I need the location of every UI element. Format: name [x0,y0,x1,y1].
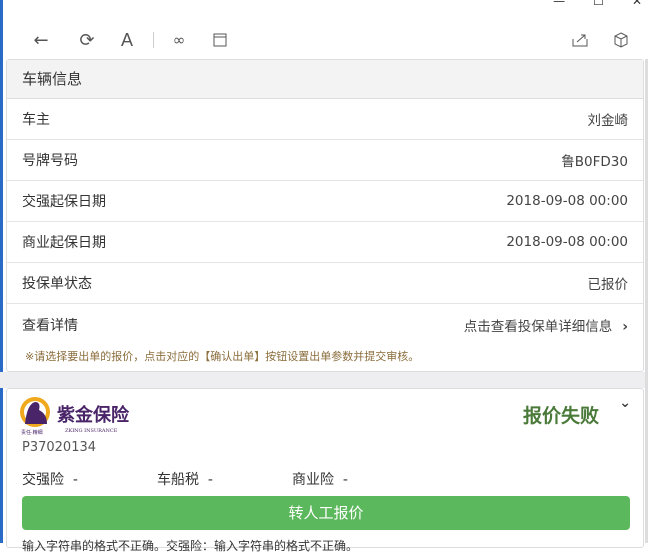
back-icon[interactable]: ← [28,26,54,54]
toolbar-divider [153,32,154,48]
quote-status: 报价失败 [522,405,599,427]
price-compulsory: 交强险 - [22,469,157,489]
window-icon[interactable] [207,26,233,54]
section-gap [0,372,648,388]
share-icon[interactable] [567,26,593,54]
row-label: 商业起保日期 [22,235,106,251]
details-link[interactable]: 点击查看投保单详细信息 [464,319,613,335]
price-label: 商业险 [292,472,334,488]
row-plate: 号牌号码 鲁B0FD30 [7,140,643,181]
row-details-link[interactable]: 查看详情 点击查看投保单详细信息 › [7,304,643,345]
price-value: - [342,472,348,488]
price-value: - [72,472,78,488]
vehicle-info-panel: 车辆信息 车主 刘金崎 号牌号码 鲁B0FD30 交强起保日期 2018-09-08 … [6,59,644,372]
window-edge [0,0,3,543]
row-label: 车主 [22,112,50,128]
row-label: 投保单状态 [22,276,92,292]
chevron-down-icon[interactable]: ⌄ [619,395,631,411]
row-label: 查看详情 [22,317,78,334]
toolbar: ← ⟳ A ∞ [0,26,648,56]
manual-quote-button[interactable]: 转人工报价 [22,496,630,530]
price-commercial: 商业险 - [292,469,427,489]
row-value: 刘金崎 [587,113,629,129]
row-label: 交强起保日期 [22,194,106,210]
panel-title: 车辆信息 [7,60,643,99]
close-icon[interactable]: ✕ [632,0,642,8]
svg-text:责任·精细: 责任·精细 [21,429,43,436]
price-label: 交强险 [22,472,64,488]
price-label: 车船税 [157,472,199,488]
company-logo: 紫金保险 ZKING INSURANCE 责任·精细 [19,394,134,436]
row-compulsory-start: 交强起保日期 2018-09-08 00:00 [7,181,643,222]
minimize-icon[interactable]: — [553,0,565,8]
window-controls: — ☐ ✕ [553,0,648,8]
row-value: 2018-09-08 00:00 [506,234,628,250]
cube-icon[interactable] [608,26,634,54]
price-value: - [207,472,213,488]
svg-text:ZKING INSURANCE: ZKING INSURANCE [65,428,118,434]
link-icon[interactable]: ∞ [166,26,192,54]
row-value: 2018-09-08 00:00 [506,193,628,209]
font-icon[interactable]: A [114,26,140,54]
price-summary: 交强险 - 车船税 - 商业险 - [22,469,427,489]
row-value: 已报价 [587,277,629,293]
refresh-icon[interactable]: ⟳ [74,26,100,54]
chevron-right-icon: › [622,318,628,335]
row-label: 号牌号码 [22,153,78,169]
quote-card: 紫金保险 ZKING INSURANCE 责任·精细 P37020134 报价失… [6,388,644,553]
row-owner: 车主 刘金崎 [7,99,643,140]
row-commercial-start: 商业起保日期 2018-09-08 00:00 [7,222,643,263]
quote-id: P37020134 [22,440,97,455]
instruction-note: ※请选择要出单的报价，点击对应的【确认出单】按钮设置出单参数并提交审核。 [25,350,420,363]
svg-text:紫金保险: 紫金保险 [57,404,130,426]
maximize-icon[interactable]: ☐ [593,0,604,8]
row-value: 鲁B0FD30 [561,154,628,170]
price-vehicle-tax: 车船税 - [157,469,292,489]
error-message: 输入字符串的格式不正确。交强险：输入字符串的格式不正确。 [22,539,359,553]
row-status: 投保单状态 已报价 [7,263,643,304]
